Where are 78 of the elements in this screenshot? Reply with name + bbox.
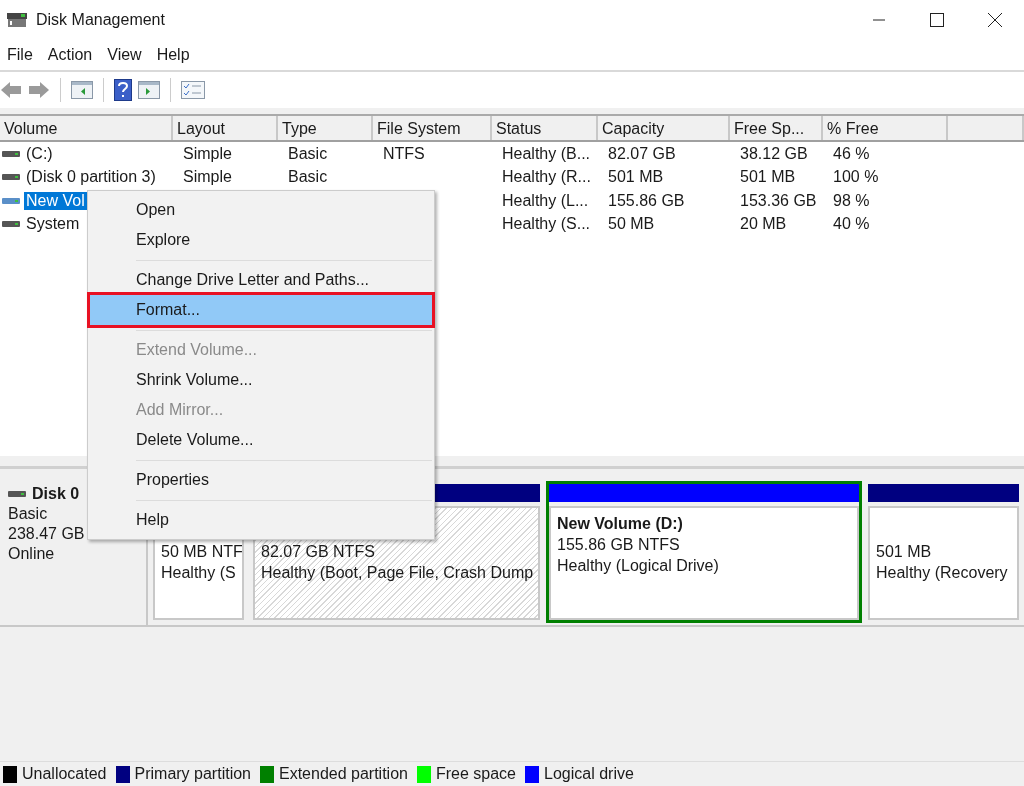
table-cell: 501 MB bbox=[608, 168, 664, 187]
show-hide-tree-icon[interactable] bbox=[71, 81, 93, 99]
table-cell: Simple bbox=[183, 144, 232, 163]
column-header[interactable]: File System bbox=[373, 116, 492, 140]
table-cell: Healthy (L... bbox=[502, 191, 589, 210]
menu-item[interactable]: File bbox=[0, 46, 41, 64]
partition-size: 82.07 GB NTFS bbox=[261, 542, 375, 561]
menu-option[interactable]: Change Drive Letter and Paths... bbox=[90, 265, 432, 295]
column-header[interactable]: % Free bbox=[823, 116, 948, 140]
table-cell: 100 % bbox=[833, 168, 879, 187]
menu-item[interactable]: View bbox=[100, 46, 150, 64]
table-cell: 98 % bbox=[833, 191, 870, 210]
drive-name[interactable]: (Disk 0 partition 3) bbox=[24, 168, 158, 187]
table-cell: 46 % bbox=[833, 144, 870, 163]
legend-label: Extended partition bbox=[279, 765, 408, 783]
disk-name: Disk 0 bbox=[32, 485, 80, 503]
partition-status: Healthy (S bbox=[161, 563, 236, 582]
disk-management-icon bbox=[6, 11, 28, 29]
table-cell: 40 % bbox=[833, 215, 870, 234]
table-cell: Basic bbox=[288, 168, 328, 187]
legend-label: Primary partition bbox=[134, 765, 251, 783]
table-cell: Healthy (B... bbox=[502, 144, 591, 163]
column-header[interactable]: Capacity bbox=[598, 116, 730, 140]
legend-label: Free space bbox=[435, 765, 516, 783]
menu-option[interactable]: Shrink Volume... bbox=[90, 365, 432, 395]
partition-size: 155.86 GB NTFS bbox=[557, 535, 680, 554]
table-cell: Healthy (R... bbox=[502, 168, 591, 187]
back-arrow-icon[interactable] bbox=[0, 81, 22, 99]
partition-label: New Volume (D:) bbox=[557, 514, 683, 533]
close-icon bbox=[988, 13, 1002, 27]
drive-name[interactable]: (C:) bbox=[24, 144, 55, 163]
disk-type: Basic bbox=[8, 505, 49, 523]
maximize-icon bbox=[930, 13, 944, 27]
partition-size: 501 MB bbox=[876, 542, 932, 561]
menu-item[interactable]: Help bbox=[149, 46, 198, 64]
disk-status: Online bbox=[8, 545, 56, 563]
table-cell: 50 MB bbox=[608, 215, 655, 234]
table-cell: 501 MB bbox=[740, 168, 796, 187]
column-header[interactable]: Type bbox=[278, 116, 373, 140]
drive-icon bbox=[8, 490, 26, 498]
help-icon[interactable] bbox=[114, 79, 132, 101]
table-cell: 153.36 GB bbox=[740, 191, 817, 210]
show-hide-action-pane-icon[interactable] bbox=[138, 81, 160, 99]
menu-option[interactable]: Explore bbox=[90, 225, 432, 255]
partition-status: Healthy (Recovery bbox=[876, 563, 1008, 582]
table-cell: Simple bbox=[183, 168, 232, 187]
window-title: Disk Management bbox=[36, 11, 165, 29]
partition-status: Healthy (Logical Drive) bbox=[557, 556, 719, 575]
menu-option[interactable]: Open bbox=[90, 195, 432, 225]
table-cell: 82.07 GB bbox=[608, 144, 676, 163]
drive-name[interactable]: New Vol bbox=[24, 191, 87, 210]
forward-arrow-icon[interactable] bbox=[28, 81, 50, 99]
partition-status: Healthy (Boot, Page File, Crash Dump bbox=[261, 563, 534, 582]
drive-icon bbox=[2, 220, 20, 229]
menu-option[interactable]: Delete Volume... bbox=[90, 425, 432, 455]
partition-size: 50 MB NTF bbox=[161, 542, 242, 561]
drive-icon bbox=[2, 149, 20, 158]
drive-icon bbox=[2, 173, 20, 182]
column-header[interactable]: Layout bbox=[173, 116, 278, 140]
table-cell: NTFS bbox=[383, 144, 425, 163]
column-header[interactable]: Free Sp... bbox=[730, 116, 823, 140]
menu-option[interactable]: Format... bbox=[90, 295, 432, 325]
table-cell: Healthy (S... bbox=[502, 215, 591, 234]
column-header[interactable]: Volume bbox=[0, 116, 173, 140]
table-cell: 155.86 GB bbox=[608, 191, 685, 210]
menu-item[interactable]: Action bbox=[40, 46, 101, 64]
disk-size: 238.47 GB bbox=[8, 525, 86, 543]
partition-block[interactable]: 501 MB Healthy (Recovery bbox=[865, 481, 1022, 623]
partition-block[interactable]: New Volume (D:) 155.86 GB NTFS Healthy (Logical Drive) bbox=[546, 481, 862, 623]
legend-label: Unallocated bbox=[22, 765, 107, 783]
table-cell: 20 MB bbox=[740, 215, 787, 234]
table-cell: Basic bbox=[288, 144, 328, 163]
properties-list-icon[interactable] bbox=[181, 81, 205, 99]
drive-icon bbox=[2, 196, 20, 205]
table-cell: 38.12 GB bbox=[740, 144, 808, 163]
legend-label: Logical drive bbox=[544, 765, 634, 783]
column-header[interactable]: Status bbox=[492, 116, 598, 140]
drive-name[interactable]: System bbox=[24, 215, 82, 234]
